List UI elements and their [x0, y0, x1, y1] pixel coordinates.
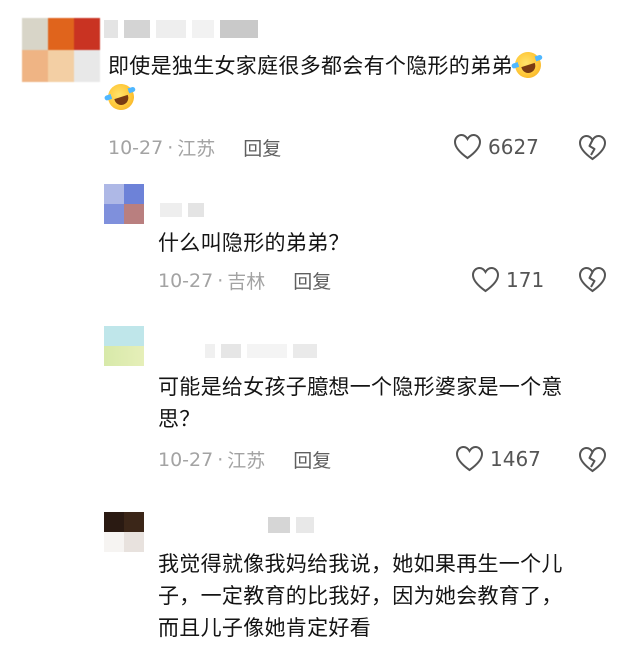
comment-text: 即使是独生女家庭很多都会有个隐形的弟弟 — [104, 48, 608, 114]
comment-text-body: 什么叫隐形的弟弟？ — [158, 231, 350, 255]
username-blurred[interactable] — [104, 20, 258, 38]
meta-separator: · — [167, 136, 174, 159]
comment-meta: 10-27 · 江苏 回复 — [158, 446, 331, 473]
like-count: 1467 — [490, 446, 541, 471]
like-button[interactable]: 6627 — [453, 133, 539, 160]
laughing-crying-emoji-icon — [104, 80, 138, 114]
comment-date: 10-27 — [108, 136, 164, 159]
reply-button[interactable]: 回复 — [293, 267, 331, 294]
comment-text: 可能是给女孩子臆想一个隐形婆家是一个意 思？ — [158, 371, 563, 435]
comment-location: 吉林 — [227, 271, 266, 293]
comment-text: 什么叫隐形的弟弟？ — [158, 227, 350, 259]
avatar[interactable] — [22, 18, 100, 82]
heart-outline-icon — [453, 133, 482, 160]
comment-meta: 10-27 · 吉林 回复 — [158, 267, 331, 294]
meta-separator: · — [217, 448, 224, 471]
username-blurred[interactable] — [268, 517, 314, 533]
username-blurred[interactable] — [160, 203, 204, 217]
comment-text: 我觉得就像我妈给我说，她如果再生一个儿 子，一定教育的比我好，因为她会教育了， … — [158, 548, 563, 644]
comment-date: 10-27 — [158, 269, 214, 292]
comment-text-line-1: 我觉得就像我妈给我说，她如果再生一个儿 — [158, 552, 563, 576]
like-button[interactable]: 171 — [471, 266, 544, 293]
comment-text-body: 即使是独生女家庭很多都会有个隐形的弟弟 — [108, 54, 513, 78]
like-count: 6627 — [488, 134, 539, 159]
like-button[interactable]: 1467 — [455, 445, 541, 472]
like-count: 171 — [506, 267, 545, 292]
avatar[interactable] — [104, 184, 144, 224]
comment-text-line-3: 而且儿子像她肯定好看 — [158, 616, 371, 640]
avatar[interactable] — [104, 512, 144, 552]
username-blurred[interactable] — [205, 344, 317, 358]
heart-outline-icon — [455, 445, 484, 472]
comment-meta: 10-27 · 江苏 回复 — [108, 134, 281, 161]
reply-button[interactable]: 回复 — [243, 134, 281, 161]
comment-text-line-1: 可能是给女孩子臆想一个隐形婆家是一个意 — [158, 375, 563, 399]
broken-heart-icon[interactable] — [578, 134, 607, 161]
broken-heart-icon[interactable] — [578, 446, 607, 473]
broken-heart-icon[interactable] — [578, 266, 607, 293]
comment-location: 江苏 — [177, 138, 216, 160]
comment-location: 江苏 — [227, 450, 266, 472]
heart-outline-icon — [471, 266, 500, 293]
comment-date: 10-27 — [158, 448, 214, 471]
comment-text-line-2: 思？ — [158, 407, 201, 431]
laughing-crying-emoji-icon — [511, 48, 545, 82]
meta-separator: · — [217, 269, 224, 292]
avatar[interactable] — [104, 326, 144, 366]
reply-button[interactable]: 回复 — [293, 446, 331, 473]
comment-text-line-2: 子，一定教育的比我好，因为她会教育了， — [158, 584, 563, 608]
